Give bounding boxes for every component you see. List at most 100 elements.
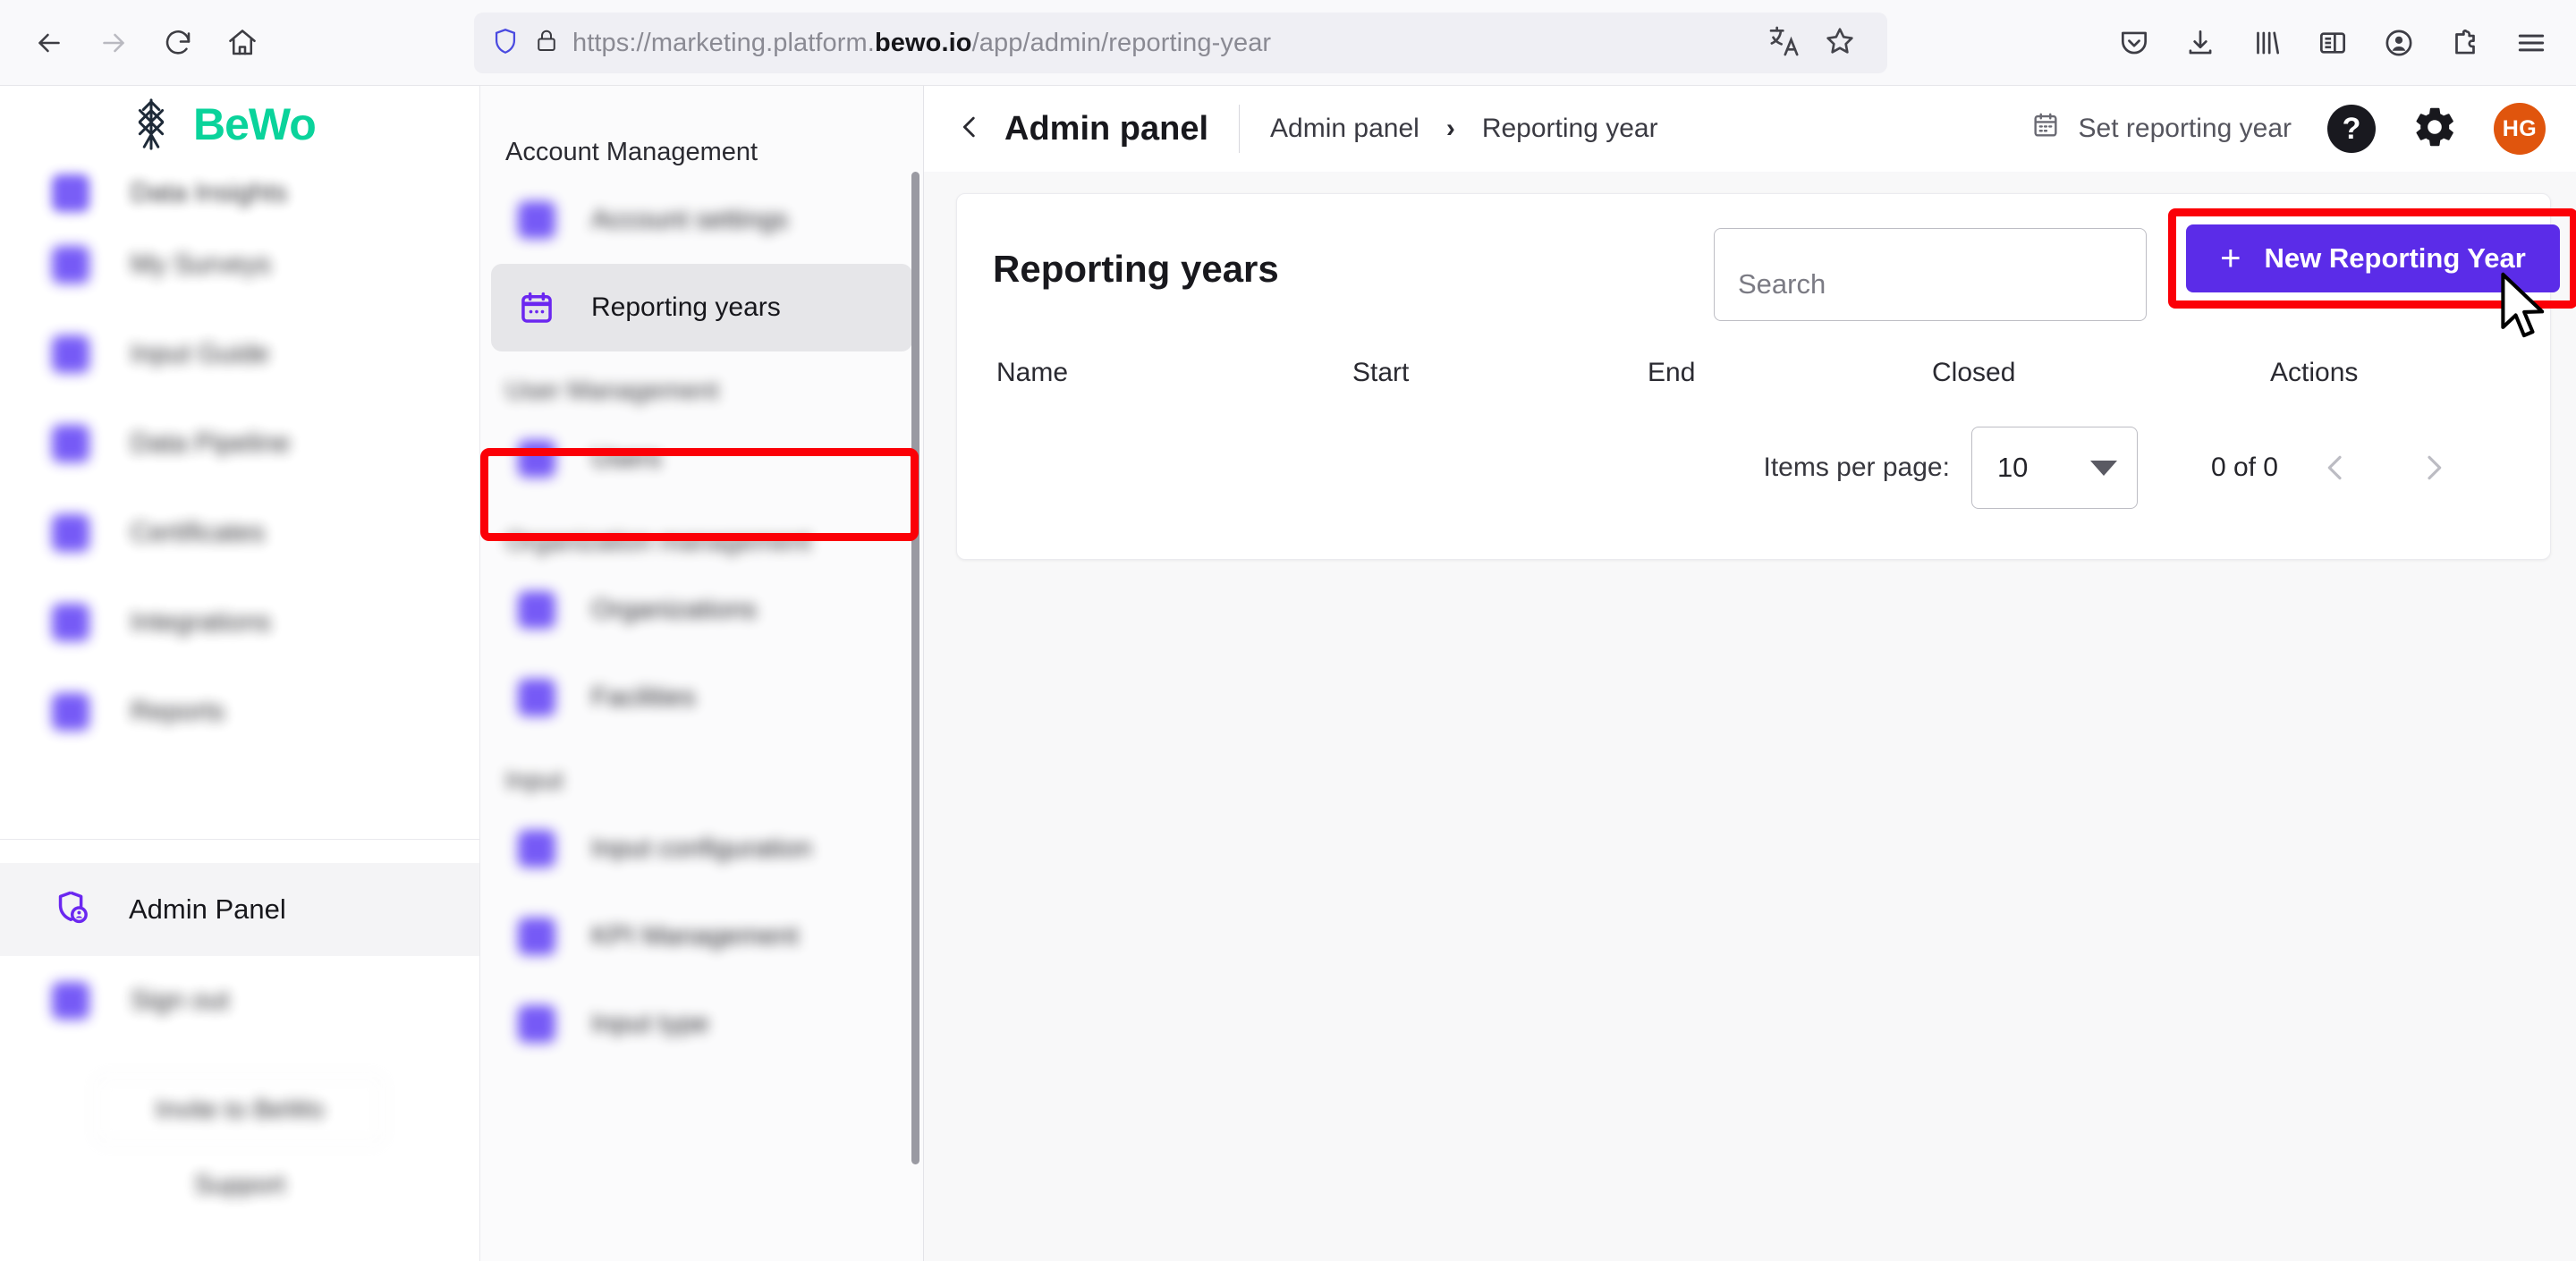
chevron-down-icon [2089,460,2117,476]
subnav-item-label: Account settings [591,205,789,234]
search-input[interactable]: Search [1714,228,2147,321]
facility-icon [518,679,555,716]
library-icon[interactable] [2238,14,2295,72]
set-reporting-year-button[interactable]: Set reporting year [2030,110,2292,148]
paginator: Items per page: 10 0 of 0 [993,416,2514,520]
plus-icon: + [2220,239,2241,278]
subnav-item-organizations[interactable]: Organizations [491,566,912,654]
column-header-name[interactable]: Name [996,358,1352,388]
back-arrow-icon[interactable] [20,13,79,72]
download-icon[interactable] [2172,14,2229,72]
subnav-item-facilities[interactable]: Facilities [491,654,912,741]
reporting-years-card: Reporting years Search + New Reporting Y… [956,193,2576,560]
sidebar-item-integrations[interactable]: Integrations [0,578,479,667]
support-label: Support [194,1171,285,1199]
invite-to-bewo-button[interactable]: Invite to BeWo [97,1076,383,1144]
browser-toolbar: https://marketing.platform.bewo.io/app/a… [0,0,2576,86]
reload-icon[interactable] [148,13,208,72]
new-reporting-year-button[interactable]: + New Reporting Year [2186,224,2560,292]
pocket-icon[interactable] [2106,14,2163,72]
header-actions: Set reporting year ? HG [2030,103,2546,155]
app-page: BeWo Data Insights My Surveys Input Guid… [0,86,2576,1261]
chart-icon [52,174,89,212]
account-icon[interactable] [2370,14,2428,72]
sidebar-item-sign-out[interactable]: Sign out [0,956,479,1045]
star-icon[interactable] [1822,23,1858,63]
sidebar-icon[interactable] [2304,14,2361,72]
items-per-page-label: Items per page: [1763,453,1950,482]
content-area: Reporting years Search + New Reporting Y… [924,172,2576,1261]
new-reporting-year-label: New Reporting Year [2264,242,2526,274]
sidebar-item-label: My Surveys [131,250,271,279]
sidebar-item-label: Reports [131,697,225,726]
column-header-start[interactable]: Start [1352,358,1648,388]
url-bar-actions [1767,13,1858,73]
forward-arrow-icon[interactable] [84,13,143,72]
input-config-icon [518,830,555,867]
survey-icon [52,246,89,284]
sidebar-item-label: Input Guide [131,339,270,368]
url-bar[interactable]: https://marketing.platform.bewo.io/app/a… [474,13,1887,73]
gear-icon[interactable] [2411,104,2458,155]
input-type-icon [518,1005,555,1043]
app-header: Admin panel Admin panel › Reporting year… [924,86,2576,172]
sidebar-item-input-guide[interactable]: Input Guide [0,309,479,399]
paginator-range-label: 0 of 0 [2210,453,2278,482]
help-icon[interactable]: ? [2327,105,2376,153]
subnav-group-user-management: User Management [505,377,719,405]
chevron-right-icon: › [1445,114,1455,143]
avatar[interactable]: HG [2494,103,2546,155]
sidebar-item-data-insights[interactable]: Data Insights [0,166,479,220]
column-header-end[interactable]: End [1648,358,1932,388]
paginator-next-button[interactable] [2393,427,2475,509]
subnav-item-users[interactable]: Users [491,415,912,503]
subnav-item-account-settings[interactable]: Account settings [491,176,912,264]
subnav-group-account-management: Account Management [505,138,758,166]
sidebar-nav-list: Data Insights My Surveys Input Guide Dat… [0,163,479,757]
chevron-left-icon[interactable] [947,112,1004,147]
subnav-group-organization-management: Organization management [505,528,811,556]
calendar-icon [2030,110,2061,148]
sidebar-item-certificates[interactable]: Certificates [0,488,479,578]
subnav-item-label: Input configuration [591,834,812,863]
subnav-item-label: Reporting years [591,292,781,322]
calendar-icon [518,289,555,326]
subnav-scrollbar[interactable] [911,172,919,1164]
breadcrumb-item-admin-panel[interactable]: Admin panel [1270,114,1419,144]
sidebar-item-admin-panel[interactable]: Admin Panel [0,863,479,956]
home-icon[interactable] [213,13,272,72]
card-header: Reporting years Search + New Reporting Y… [993,208,2576,338]
set-reporting-year-label: Set reporting year [2078,114,2292,143]
breadcrumb: Admin panel › Reporting year [1240,114,1658,144]
translate-icon[interactable] [1767,23,1802,63]
bewo-logo[interactable]: BeWo [0,86,479,163]
paginator-previous-button[interactable] [2294,427,2377,509]
subnav-item-input-configuration[interactable]: Input configuration [491,805,912,893]
column-header-closed[interactable]: Closed [1932,358,2270,388]
subnav-item-label: Facilities [591,682,696,712]
pipeline-icon [52,425,89,462]
subnav-item-input-type[interactable]: Input type [491,980,912,1068]
menu-icon[interactable] [2503,14,2560,72]
sidebar-item-reports[interactable]: Reports [0,667,479,757]
breadcrumb-item-reporting-year[interactable]: Reporting year [1482,114,1658,144]
subnav-item-kpi-management[interactable]: KPI Management [491,893,912,980]
url-text: https://marketing.platform.bewo.io/app/a… [572,28,1272,57]
sidebar-item-label: Sign out [131,986,230,1015]
integration-icon [52,604,89,641]
sidebar-item-label: Integrations [131,607,271,637]
new-reporting-year-wrapper: + New Reporting Year [2168,208,2576,338]
support-link[interactable]: Support [0,1171,479,1200]
bewo-emblem-icon [123,97,179,152]
main-content: Admin panel Admin panel › Reporting year… [924,86,2576,1261]
sidebar-item-label: Certificates [131,518,266,547]
sidebar-item-my-surveys[interactable]: My Surveys [0,220,479,309]
kpi-icon [518,918,555,955]
extensions-icon[interactable] [2436,14,2494,72]
browser-nav-buttons [0,13,272,72]
items-per-page-select[interactable]: 10 [1970,427,2138,509]
settings-icon [518,201,555,239]
sidebar-item-data-pipeline[interactable]: Data Pipeline [0,399,479,488]
subnav-item-reporting-years[interactable]: Reporting years [491,264,912,351]
sidebar-item-label: Data Pipeline [131,428,291,458]
